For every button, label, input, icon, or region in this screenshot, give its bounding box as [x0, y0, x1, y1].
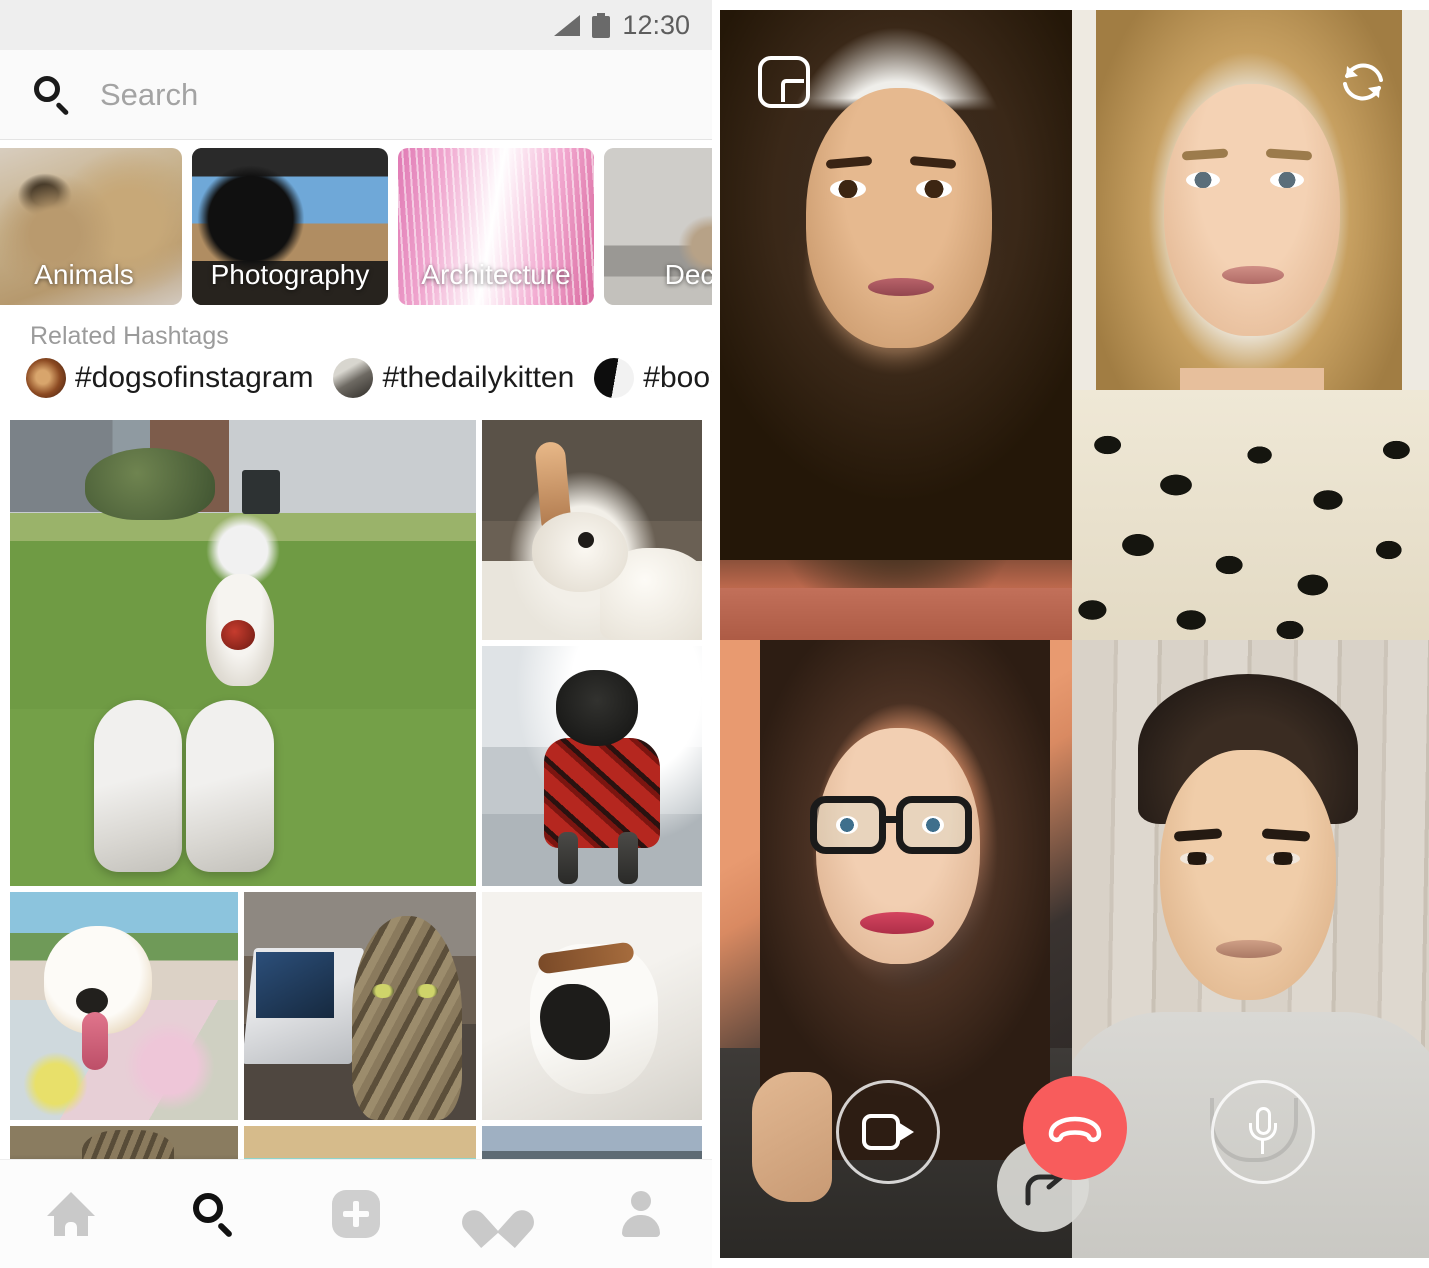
video-call-panel — [720, 10, 1429, 1258]
category-label: Architecture — [421, 259, 571, 290]
status-bar-time: 12:30 — [622, 9, 690, 40]
grid-tile-pitbull-mural[interactable] — [10, 892, 238, 1120]
search-input-placeholder[interactable]: Search — [100, 77, 198, 113]
hashtag-avatar — [594, 358, 635, 398]
grid-tile-snow-dog[interactable] — [482, 646, 702, 886]
hashtag-chip-thedailykitten[interactable]: #thedailykitten — [333, 358, 574, 398]
search-bar[interactable]: Search — [0, 50, 712, 140]
nav-home-button[interactable] — [16, 1169, 126, 1259]
hashtag-chip-boopmynose[interactable]: #boopmynose — [594, 358, 712, 398]
grid-tile-dog-bed[interactable] — [482, 892, 702, 1120]
hashtag-chip-dogsofinstagram[interactable]: #dogsofinstagram — [26, 358, 313, 398]
grid-tile-blanket-partial[interactable] — [244, 1126, 476, 1160]
nav-search-button[interactable] — [159, 1169, 269, 1259]
phone-explore-panel: 12:30 Search Animals Photography Archite… — [0, 0, 712, 1268]
hashtag-label: #thedailykitten — [382, 361, 575, 394]
screenshot-stage: 12:30 Search Animals Photography Archite… — [0, 0, 1429, 1268]
heart-icon — [457, 1192, 540, 1249]
signal-triangle-icon — [552, 14, 581, 36]
grid-tile-cat-laptop[interactable] — [244, 892, 476, 1120]
search-icon — [32, 74, 74, 116]
end-call-button[interactable] — [1022, 1076, 1127, 1180]
nav-create-button[interactable] — [301, 1169, 411, 1259]
battery-icon — [592, 12, 611, 38]
plus-square-icon — [331, 1190, 380, 1238]
hashtag-label: #boopmynose — [643, 361, 712, 394]
person-icon — [619, 1191, 663, 1237]
video-camera-icon — [862, 1114, 914, 1150]
hashtag-label: #dogsofinstagram — [75, 361, 314, 394]
category-label: Decor — [664, 259, 712, 290]
microphone-icon — [1248, 1107, 1278, 1157]
category-card-decor[interactable]: Decor — [604, 148, 712, 305]
grid-tile-lake-partial[interactable] — [482, 1126, 702, 1160]
picture-in-picture-icon[interactable] — [758, 56, 810, 108]
related-hashtags-row[interactable]: #dogsofinstagram #thedailykitten #boopmy… — [0, 358, 712, 410]
home-icon — [47, 1192, 96, 1236]
category-label: Animals — [34, 259, 134, 290]
status-bar: 12:30 — [0, 0, 712, 50]
related-hashtags-title: Related Hashtags — [30, 322, 229, 350]
category-card-architecture[interactable]: Architecture — [398, 148, 594, 305]
grid-tile-rabbit[interactable] — [482, 420, 702, 640]
flip-camera-icon[interactable] — [1335, 54, 1391, 110]
hashtag-avatar — [333, 358, 374, 398]
bottom-navigation-bar[interactable] — [0, 1159, 712, 1268]
toggle-mic-button[interactable] — [1211, 1080, 1315, 1184]
explore-photo-grid[interactable] — [0, 420, 712, 1160]
category-carousel[interactable]: Animals Photography Architecture Decor — [0, 148, 712, 308]
category-card-animals[interactable]: Animals — [0, 148, 182, 305]
grid-tile-dog-park[interactable] — [10, 420, 476, 886]
category-card-photography[interactable]: Photography — [192, 148, 388, 305]
grid-tile-cat-partial[interactable] — [10, 1126, 238, 1160]
nav-profile-button[interactable] — [586, 1169, 696, 1259]
hashtag-avatar — [26, 358, 66, 398]
nav-activity-button[interactable] — [443, 1169, 553, 1259]
search-icon — [191, 1191, 237, 1239]
toggle-video-button[interactable] — [836, 1080, 940, 1184]
category-label: Photography — [210, 259, 370, 290]
